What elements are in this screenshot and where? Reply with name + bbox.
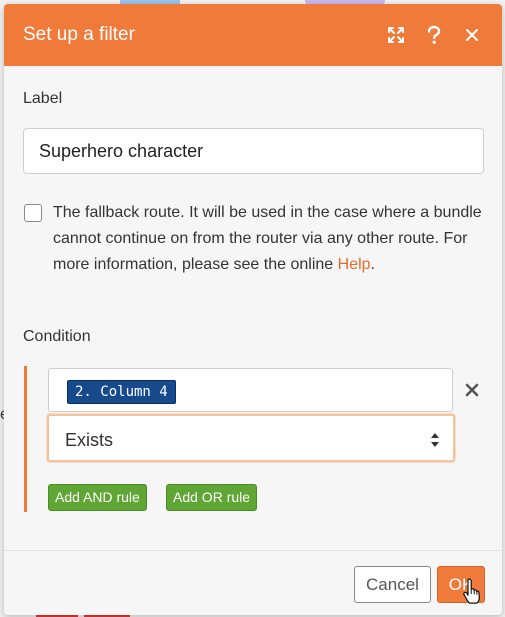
filter-dialog: Set up a filter Label Superhero characte… [4, 4, 502, 615]
operator-value: Exists [65, 430, 114, 450]
fallback-text-end: . [370, 256, 375, 273]
fallback-route-description: The fallback route. It will be used in t… [53, 200, 483, 278]
label-heading: Label [23, 90, 63, 107]
cancel-button[interactable]: Cancel [354, 566, 431, 603]
field-token[interactable]: 2. Column 4 [67, 380, 176, 404]
hand-cursor-icon [463, 578, 480, 604]
dialog-header: Set up a filter [4, 4, 502, 66]
sort-arrows-icon [431, 433, 439, 447]
dialog-title: Set up a filter [23, 24, 135, 45]
remove-rule-icon[interactable] [463, 381, 481, 399]
condition-group-bar [24, 366, 27, 512]
expand-icon[interactable] [384, 23, 408, 47]
close-icon[interactable] [460, 23, 484, 47]
fallback-route-checkbox[interactable] [24, 204, 42, 222]
condition-field-input[interactable]: 2. Column 4 [48, 368, 453, 412]
help-link[interactable]: Help [338, 256, 371, 273]
label-input[interactable]: Superhero character [23, 128, 484, 174]
fallback-text: The fallback route. It will be used in t… [53, 204, 482, 273]
help-icon[interactable] [422, 23, 446, 47]
add-or-rule-button[interactable]: Add OR rule [166, 484, 258, 511]
add-and-rule-button[interactable]: Add AND rule [48, 484, 147, 511]
operator-select[interactable]: Exists [47, 414, 455, 462]
condition-heading: Condition [23, 328, 91, 345]
footer-divider [4, 550, 502, 551]
header-icons [384, 23, 484, 47]
